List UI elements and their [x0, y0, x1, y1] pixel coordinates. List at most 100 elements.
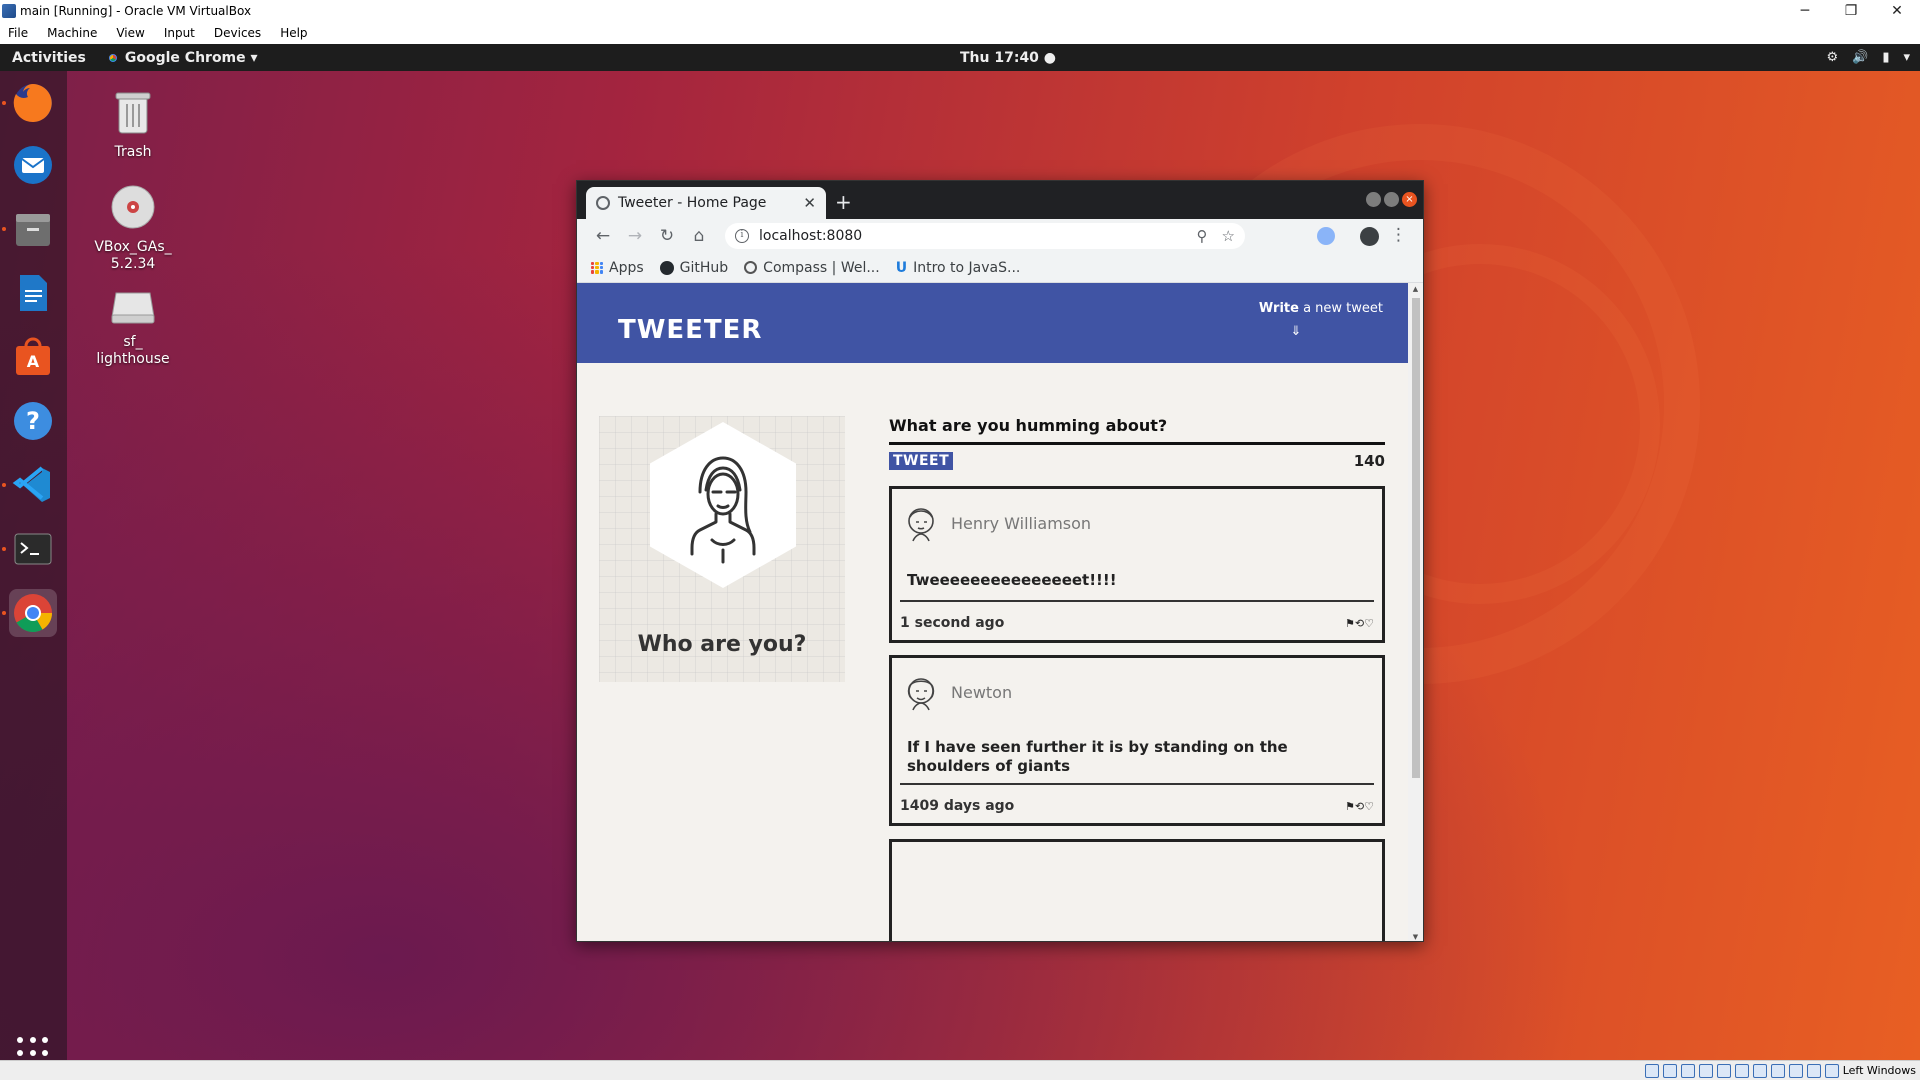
url-text: localhost:8080 [759, 228, 863, 244]
github-icon [659, 260, 674, 275]
display-icon[interactable] [1752, 1063, 1767, 1078]
menu-file[interactable]: File [8, 26, 28, 40]
profile-avatar [650, 422, 796, 588]
virtualbox-status-bar: Left Windows [0, 1060, 1920, 1080]
system-tray[interactable]: ⚙ 🔊 ▮ ▾ [1826, 44, 1910, 71]
maximize-button[interactable] [1384, 192, 1399, 207]
bookmark-compass[interactable]: Compass | Wel... [744, 260, 880, 276]
optical-drive-icon[interactable] [1662, 1063, 1677, 1078]
bookmark-label: GitHub [679, 259, 729, 276]
chrome-icon [105, 50, 120, 65]
svg-text:?: ? [26, 407, 40, 435]
help-icon[interactable]: ? [9, 397, 57, 445]
chrome-menu-icon[interactable]: ⋮ [1390, 225, 1407, 245]
extension-icon[interactable] [1317, 227, 1335, 245]
tweet-timestamp: 1409 days ago [900, 798, 1015, 814]
bookmark-github[interactable]: GitHub [659, 259, 729, 276]
recording-icon[interactable] [1770, 1063, 1785, 1078]
tab-tweeter-home[interactable]: Tweeter - Home Page ✕ [586, 187, 826, 219]
page-scrollbar[interactable]: ▲ ▼ [1408, 283, 1423, 941]
audio-icon[interactable] [1680, 1063, 1695, 1078]
trash-icon [115, 92, 151, 134]
home-icon[interactable]: ⌂ [683, 222, 715, 250]
menu-devices[interactable]: Devices [214, 26, 261, 40]
profile-card: Who are you? [599, 416, 845, 682]
close-window-button[interactable]: × [1402, 192, 1417, 207]
trash-desktop-icon[interactable]: Trash [88, 89, 178, 161]
scroll-up-arrow-icon[interactable]: ▲ [1408, 285, 1423, 293]
address-bar[interactable]: i localhost:8080 ⚲ ☆ [725, 223, 1245, 249]
menu-help[interactable]: Help [280, 26, 307, 40]
scrollbar-thumb[interactable] [1412, 298, 1420, 778]
site-logo[interactable]: TWEETER [618, 315, 762, 345]
activities-button[interactable]: Activities [12, 50, 86, 66]
terminal-icon[interactable] [9, 525, 57, 573]
user-avatar-icon [690, 456, 756, 564]
writer-icon[interactable] [9, 269, 57, 317]
usb-icon[interactable] [1716, 1063, 1731, 1078]
tweet-card: Henry Williamson Tweeeeeeeeeeeeeeet!!!! … [889, 486, 1385, 643]
zoom-icon[interactable]: ⚲ [1197, 227, 1208, 245]
chevron-down-icon: ▾ [1903, 50, 1910, 65]
new-tab-button[interactable]: + [835, 190, 852, 214]
tweet-actions[interactable]: ⚑⟲♡ [1345, 617, 1374, 630]
menu-input[interactable]: Input [164, 26, 195, 40]
files-icon[interactable] [9, 205, 57, 253]
profile-prompt: Who are you? [637, 632, 807, 657]
virtualbox-menu-bar: File Machine View Input Devices Help [0, 22, 1920, 44]
bookmarks-bar: Apps GitHub Compass | Wel... U Intro to … [577, 253, 1423, 283]
sf-lighthouse-desktop-icon[interactable]: sf_ lighthouse [88, 289, 178, 368]
window-title: main [Running] - Oracle VM VirtualBox [20, 4, 252, 18]
tweet-card [889, 839, 1385, 941]
mouse-integration-icon[interactable] [1806, 1063, 1821, 1078]
software-icon[interactable]: A [9, 333, 57, 381]
bookmark-star-icon[interactable]: ☆ [1222, 227, 1235, 245]
tab-title: Tweeter - Home Page [618, 195, 767, 211]
char-counter: 140 [1353, 452, 1385, 470]
volume-icon: 🔊 [1852, 50, 1869, 65]
compass-icon [744, 261, 758, 274]
double-arrow-down-icon[interactable]: ⇓ [1259, 324, 1333, 339]
close-tab-icon[interactable]: ✕ [803, 194, 816, 212]
minimize-button[interactable]: ─ [1782, 0, 1828, 22]
restore-button[interactable]: ❐ [1828, 0, 1874, 22]
network-icon[interactable] [1698, 1063, 1713, 1078]
bookmark-label: Compass | Wel... [763, 259, 880, 276]
forward-arrow-icon[interactable]: → [619, 222, 651, 250]
vscode-icon[interactable] [9, 461, 57, 509]
thunderbird-icon[interactable] [9, 141, 57, 189]
tweet-author: Henry Williamson [951, 513, 1092, 533]
clock[interactable]: Thu 17:40 ● [960, 44, 1056, 71]
tweet-submit-button[interactable]: TWEET [889, 452, 954, 470]
show-applications-button[interactable] [17, 1037, 49, 1060]
app-menu[interactable]: Google Chrome ▾ [105, 50, 258, 66]
compose-toggle[interactable]: Write a new tweet ⇓ [1259, 301, 1383, 339]
tweet-actions[interactable]: ⚑⟲♡ [1345, 800, 1374, 813]
vbox-gas-desktop-icon[interactable]: VBox_GAs_ 5.2.34 [88, 184, 178, 273]
bookmark-label: Apps [609, 259, 644, 276]
minimize-button[interactable] [1366, 192, 1381, 207]
scroll-down-arrow-icon[interactable]: ▼ [1408, 933, 1423, 941]
bookmark-intro-js[interactable]: U Intro to JavaS... [896, 260, 1021, 276]
menu-machine[interactable]: Machine [47, 26, 97, 40]
page-viewport: TWEETER Write a new tweet ⇓ Who are you?… [577, 283, 1410, 941]
site-info-icon[interactable]: i [735, 229, 749, 243]
shared-folders-icon[interactable] [1734, 1063, 1749, 1078]
tweet-textarea[interactable]: What are you humming about? [889, 416, 1385, 436]
tweet-divider [900, 783, 1374, 785]
close-button[interactable]: ✕ [1874, 0, 1920, 22]
back-arrow-icon[interactable]: ← [587, 222, 619, 250]
bookmark-apps[interactable]: Apps [591, 260, 644, 276]
keyboard-icon[interactable] [1824, 1063, 1839, 1078]
profile-avatar-icon[interactable] [1360, 227, 1379, 246]
running-indicator [2, 611, 6, 615]
chrome-icon[interactable] [9, 589, 57, 637]
battery-icon: ▮ [1882, 50, 1890, 65]
svg-text:A: A [27, 352, 40, 371]
cpu-icon[interactable] [1788, 1063, 1803, 1078]
firefox-icon[interactable] [9, 79, 57, 127]
menu-view[interactable]: View [116, 26, 144, 40]
reload-icon[interactable]: ↻ [651, 222, 683, 250]
gnome-top-bar: Activities Google Chrome ▾ Thu 17:40 ● ⚙… [0, 44, 1920, 71]
hard-disk-icon[interactable] [1644, 1063, 1659, 1078]
